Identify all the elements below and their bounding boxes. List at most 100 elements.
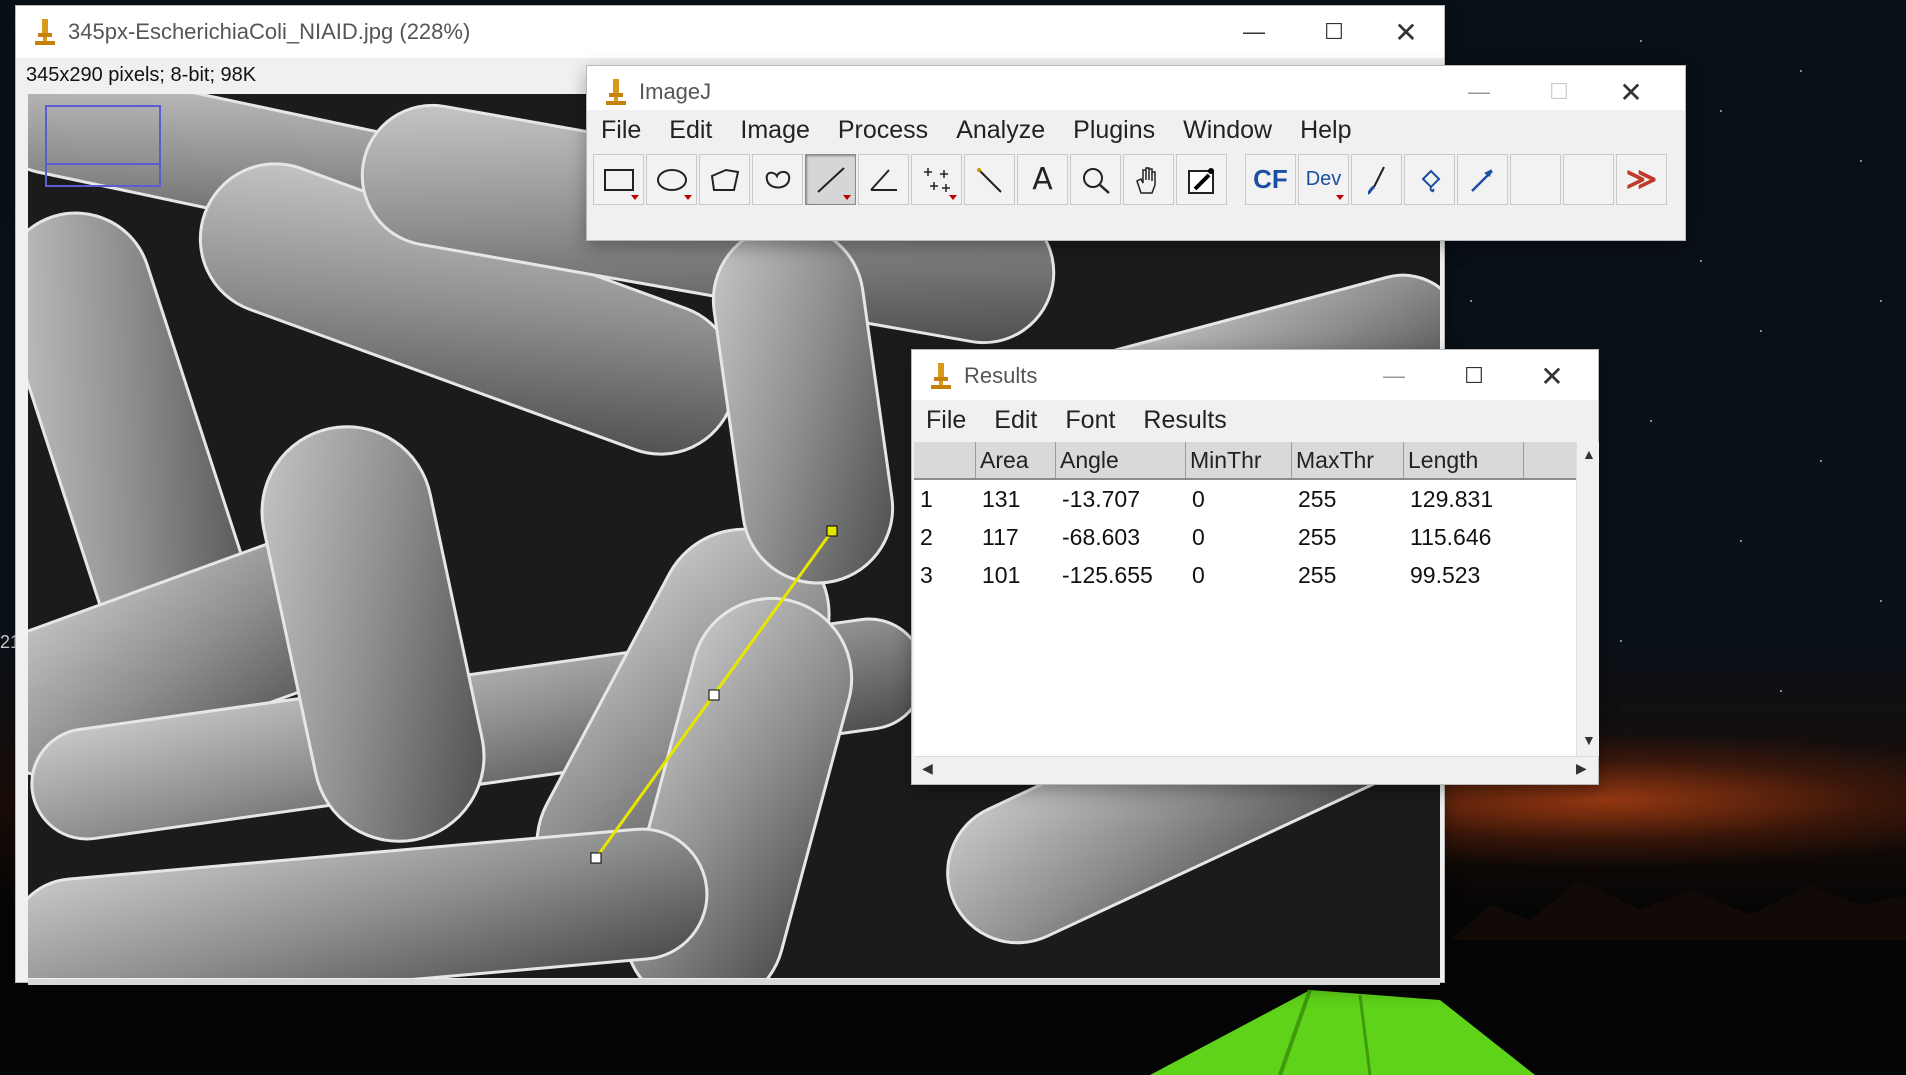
maximize-button[interactable]: ☐ <box>1294 6 1374 58</box>
freehand-tool-icon <box>765 170 790 188</box>
polygon-tool-icon <box>710 168 739 191</box>
empty-slot-2[interactable] <box>1563 154 1614 205</box>
cell-maxthr: 255 <box>1298 485 1337 512</box>
close-button[interactable]: ✕ <box>1366 6 1446 58</box>
tent-image <box>1150 989 1535 1075</box>
rectangle-tool-button[interactable] <box>593 154 644 205</box>
image-info-text: 345x290 pixels; 8-bit; 98K <box>26 64 257 86</box>
menu-results[interactable]: Results <box>1129 406 1240 435</box>
cell-minthr: 0 <box>1192 485 1205 512</box>
arrow-tool-icon <box>1470 168 1493 192</box>
cf-tool-button[interactable]: CF <box>1245 154 1296 205</box>
column-header-area[interactable]: Area <box>976 442 1056 478</box>
results-window-title: Results <box>964 363 1038 388</box>
column-header-minthr[interactable]: MinThr <box>1186 442 1292 478</box>
menu-plugins[interactable]: Plugins <box>1059 116 1169 145</box>
developer-menu-icon: Dev <box>1305 168 1342 190</box>
oval-tool-icon <box>656 168 687 191</box>
hand-tool-icon <box>1135 166 1156 194</box>
results-table-body[interactable]: 1 131 -13.707 0 255 129.831 2 117 -68.60… <box>914 480 1576 756</box>
more-tools-button[interactable]: ≫ <box>1616 154 1667 205</box>
cell-length: 99.523 <box>1410 561 1481 588</box>
developer-menu-button[interactable]: Dev <box>1298 154 1349 205</box>
results-window[interactable]: Results — ☐ ✕ File Edit Font Results Are… <box>912 350 1599 784</box>
hand-tool-button[interactable] <box>1123 154 1174 205</box>
column-header-maxthr[interactable]: MaxThr <box>1292 442 1404 478</box>
color-picker-tool-icon <box>1187 167 1214 194</box>
results-window-titlebar[interactable]: Results — ☐ ✕ <box>912 350 1598 402</box>
angle-tool-icon <box>869 168 897 191</box>
column-header-index[interactable] <box>914 442 976 478</box>
cf-tool-icon: CF <box>1253 164 1288 194</box>
menu-image[interactable]: Image <box>726 116 823 145</box>
polygon-tool-button[interactable] <box>699 154 750 205</box>
menu-analyze[interactable]: Analyze <box>942 116 1059 145</box>
imagej-window[interactable]: ImageJ — ☐ ✕ File Edit Image Process Ana… <box>587 66 1685 240</box>
cell-maxthr: 255 <box>1298 561 1337 588</box>
straight-line-tool-button[interactable] <box>805 154 856 205</box>
more-tools-icon: ≫ <box>1625 163 1658 196</box>
multipoint-tool-icon <box>923 167 950 192</box>
flood-filler-tool-button[interactable] <box>1404 154 1455 205</box>
oval-tool-button[interactable] <box>646 154 697 205</box>
image-window-titlebar[interactable]: 345px-EscherichiaColi_NIAID.jpg (228%) —… <box>16 6 1444 58</box>
cell-length: 115.646 <box>1410 523 1492 550</box>
cell-angle: -68.603 <box>1062 523 1141 550</box>
empty-slot-1[interactable] <box>1510 154 1561 205</box>
menu-window[interactable]: Window <box>1169 116 1286 145</box>
vertical-scrollbar[interactable]: ▲ ▼ <box>1576 442 1599 756</box>
microscope-icon <box>35 19 55 45</box>
rectangle-tool-icon <box>603 168 634 191</box>
table-row[interactable]: 1 131 -13.707 0 255 129.831 <box>914 480 1576 518</box>
results-menubar: File Edit Font Results <box>912 400 1598 440</box>
horizontal-scrollbar[interactable]: ◀ ▶ <box>914 756 1598 781</box>
cell-area: 101 <box>982 561 1021 588</box>
freehand-tool-button[interactable] <box>752 154 803 205</box>
maximize-button[interactable]: ☐ <box>1434 350 1514 402</box>
scroll-left-arrow-icon[interactable]: ◀ <box>922 760 933 777</box>
multipoint-tool-button[interactable] <box>911 154 962 205</box>
column-header-length[interactable]: Length <box>1404 442 1524 478</box>
color-picker-tool-button[interactable] <box>1176 154 1227 205</box>
brush-tool-button[interactable] <box>1351 154 1402 205</box>
magnifier-tool-button[interactable] <box>1070 154 1121 205</box>
wand-tool-icon <box>976 167 1002 193</box>
menu-font[interactable]: Font <box>1051 406 1129 435</box>
menu-edit[interactable]: Edit <box>980 406 1051 435</box>
brush-tool-icon <box>1367 166 1385 194</box>
arrow-tool-button[interactable] <box>1457 154 1508 205</box>
image-bottom-ruler <box>28 979 1440 985</box>
table-row[interactable]: 3 101 -125.655 0 255 99.523 <box>914 556 1576 594</box>
minimize-button[interactable]: — <box>1354 350 1434 402</box>
foreground-ground <box>0 1020 1906 1072</box>
microscope-icon <box>931 363 951 389</box>
menu-help[interactable]: Help <box>1286 116 1365 145</box>
table-row[interactable]: 2 117 -68.603 0 255 115.646 <box>914 518 1576 556</box>
cell-minthr: 0 <box>1192 561 1205 588</box>
menu-file[interactable]: File <box>912 406 980 435</box>
menu-edit[interactable]: Edit <box>655 116 726 145</box>
scroll-down-arrow-icon[interactable]: ▼ <box>1582 732 1596 748</box>
menu-process[interactable]: Process <box>824 116 942 145</box>
menu-file[interactable]: File <box>587 116 655 145</box>
wand-tool-button[interactable] <box>964 154 1015 205</box>
imagej-menubar: File Edit Image Process Analyze Plugins … <box>587 110 1685 150</box>
cell-index: 1 <box>920 485 933 512</box>
angle-tool-button[interactable] <box>858 154 909 205</box>
results-table-header: Area Angle MinThr MaxThr Length <box>914 442 1576 480</box>
straight-line-tool-icon <box>816 166 845 193</box>
text-tool-button[interactable]: A <box>1017 154 1068 205</box>
cell-area: 117 <box>982 523 1019 550</box>
minimize-button[interactable]: — <box>1214 6 1294 58</box>
magnifier-tool-icon <box>1082 167 1110 194</box>
close-button[interactable]: ✕ <box>1512 350 1592 402</box>
mountain-silhouette <box>1450 880 1906 940</box>
column-header-filler <box>1524 442 1576 478</box>
flood-filler-tool-icon <box>1421 169 1440 192</box>
scroll-up-arrow-icon[interactable]: ▲ <box>1582 446 1596 462</box>
column-header-angle[interactable]: Angle <box>1056 442 1186 478</box>
cell-length: 129.831 <box>1410 485 1494 512</box>
cell-maxthr: 255 <box>1298 523 1337 550</box>
scroll-right-arrow-icon[interactable]: ▶ <box>1576 760 1587 777</box>
text-tool-icon: A <box>1032 162 1053 197</box>
